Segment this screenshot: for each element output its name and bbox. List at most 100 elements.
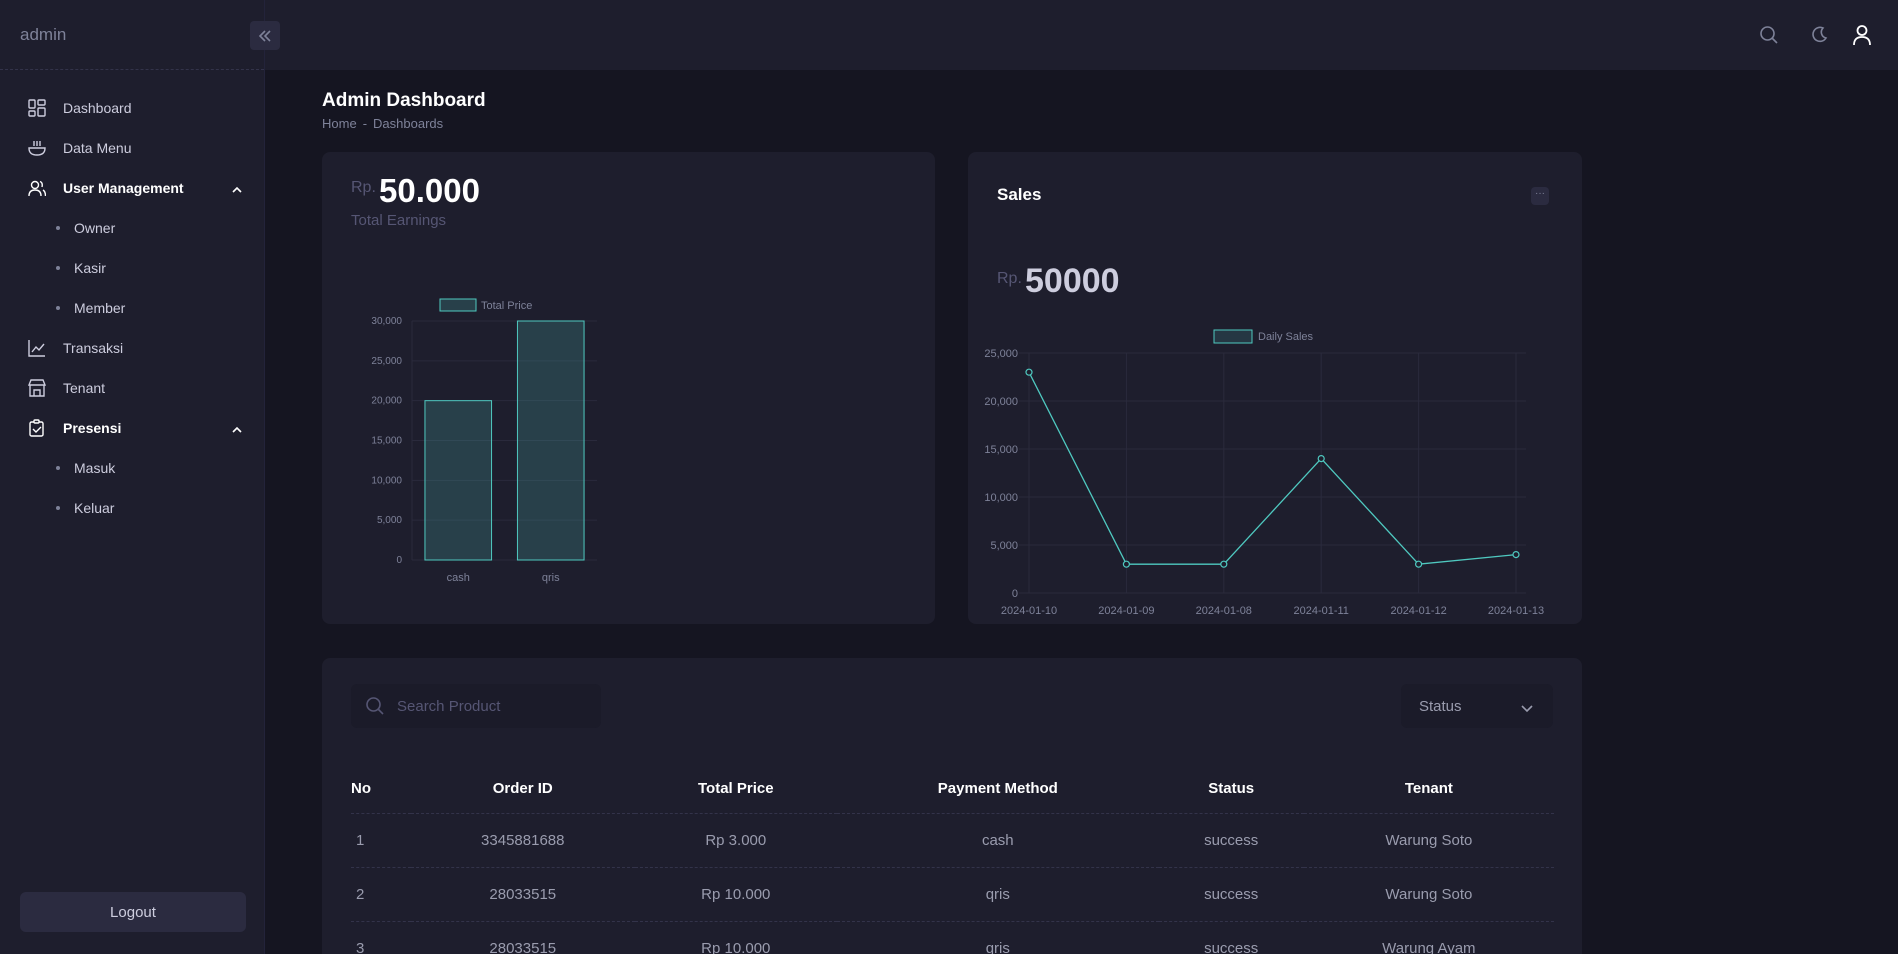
sidebar-item-dashboard[interactable]: Dashboard <box>0 88 264 128</box>
sidebar-item-tenant[interactable]: Tenant <box>0 368 264 408</box>
column-header-order-id[interactable]: Order ID <box>411 764 635 814</box>
breadcrumb-home[interactable]: Home <box>322 116 357 131</box>
moon-icon[interactable] <box>1808 24 1830 46</box>
column-header-total-price[interactable]: Total Price <box>634 764 838 814</box>
legend-label: Daily Sales <box>1258 331 1314 343</box>
cell-order-id: 3345881688 <box>411 813 635 868</box>
legend-swatch <box>439 298 477 312</box>
sidebar-item-label: Transaksi <box>63 340 124 356</box>
cell-status: success <box>1158 813 1304 868</box>
status-select[interactable]: Status <box>1401 684 1553 728</box>
cell-order-id: 28033515 <box>411 921 635 954</box>
y-tick-label: 10,000 <box>371 475 402 486</box>
dashboard-icon <box>28 99 46 117</box>
search-input[interactable] <box>397 697 587 715</box>
sidebar-item-label: Presensi <box>63 420 122 436</box>
cell-payment-method: cash <box>837 813 1159 868</box>
y-tick-label: 15,000 <box>984 444 1018 456</box>
y-tick-label: 0 <box>1012 588 1018 600</box>
sidebar-subitem-label: Member <box>74 300 126 316</box>
data-point <box>1415 560 1423 568</box>
y-tick-label: 30,000 <box>371 316 402 327</box>
top-header <box>265 0 1898 70</box>
bar-cash <box>424 400 493 561</box>
sidebar: admin Dashboard Data Menu User Managemen… <box>0 0 280 954</box>
sidebar-toggle-button[interactable] <box>250 21 280 50</box>
cell-total-price: Rp 10.000 <box>634 921 838 954</box>
column-header-tenant[interactable]: Tenant <box>1303 764 1554 814</box>
users-icon <box>28 179 46 197</box>
sidebar-subitem-keluar[interactable]: Keluar <box>0 488 264 528</box>
brand-name: admin <box>20 24 67 44</box>
cell-total-price: Rp 3.000 <box>634 813 838 868</box>
double-chevron-left-icon <box>258 29 271 42</box>
sidebar-item-transaksi[interactable]: Transaksi <box>0 328 264 368</box>
search-icon <box>366 697 384 715</box>
x-tick-label: 2024-01-09 <box>1098 605 1154 617</box>
column-header-status[interactable]: Status <box>1158 764 1304 814</box>
bullet-icon <box>56 226 60 230</box>
sales-line-chart: 0 5,000 10,000 15,000 20,000 25,000 2024-01-10… <box>984 329 1544 617</box>
line-chart-icon <box>28 339 46 357</box>
clipboard-check-icon <box>28 419 46 437</box>
chevron-up-icon <box>232 181 242 197</box>
sidebar-menu: Dashboard Data Menu User Management Owne… <box>0 70 264 528</box>
column-header-payment-method[interactable]: Payment Method <box>837 764 1159 814</box>
cell-order-id: 28033515 <box>411 867 635 922</box>
x-tick-label: 2024-01-11 <box>1293 605 1348 617</box>
table-row[interactable]: 2 28033515 Rp 10.000 qris success Warung… <box>351 867 1554 922</box>
table-row[interactable]: 1 3345881688 Rp 3.000 cash success Warun… <box>351 813 1554 868</box>
earnings-bar-chart: 0 5,000 10,000 15,000 20,000 25,000 30,000 cash… <box>371 298 597 584</box>
y-tick-label: 0 <box>396 555 402 566</box>
bullet-icon <box>56 266 60 270</box>
sidebar-item-label: Tenant <box>63 380 106 396</box>
status-select-value: Status <box>1419 697 1462 715</box>
bullet-icon <box>56 466 60 470</box>
x-tick-label: 2024-01-13 <box>1488 605 1544 617</box>
sidebar-subitem-kasir[interactable]: Kasir <box>0 248 264 288</box>
sales-card: Sales ··· Rp. 50000 0 5,000 10,000 15,000 20… <box>968 152 1582 624</box>
legend-label: Total Price <box>481 300 532 312</box>
sidebar-subitem-member[interactable]: Member <box>0 288 264 328</box>
bar-qris <box>516 320 585 561</box>
table-row[interactable]: 3 28033515 Rp 10.000 qris success Warung… <box>351 921 1554 954</box>
sidebar-item-data-menu[interactable]: Data Menu <box>0 128 264 168</box>
page-title: Admin Dashboard <box>322 90 486 111</box>
sidebar-item-label: Data Menu <box>63 140 132 156</box>
x-tick-label: 2024-01-08 <box>1196 605 1252 617</box>
cell-tenant: Warung Soto <box>1303 867 1554 922</box>
user-icon[interactable] <box>1851 24 1873 46</box>
y-tick-label: 20,000 <box>371 396 402 407</box>
cell-status: success <box>1158 921 1304 954</box>
logout-button[interactable]: Logout <box>20 892 246 932</box>
cell-status: success <box>1158 867 1304 922</box>
y-tick-label: 20,000 <box>984 396 1018 408</box>
x-tick-label: cash <box>447 572 470 584</box>
data-point <box>1317 455 1325 463</box>
search-icon[interactable] <box>1758 24 1780 46</box>
sidebar-subitem-owner[interactable]: Owner <box>0 208 264 248</box>
sidebar-item-user-management[interactable]: User Management <box>0 168 264 208</box>
data-point <box>1512 551 1520 559</box>
orders-table-card: Status No Order ID Total Price Payment M… <box>322 658 1582 954</box>
sidebar-item-presensi[interactable]: Presensi <box>0 408 264 448</box>
data-point <box>1122 560 1130 568</box>
cell-total-price: Rp 10.000 <box>634 867 838 922</box>
y-tick-label: 5,000 <box>990 540 1018 552</box>
sidebar-subitem-label: Masuk <box>74 460 116 476</box>
search-box[interactable] <box>351 684 601 728</box>
bowl-icon <box>28 139 46 157</box>
cell-no: 3 <box>351 921 411 954</box>
y-tick-label: 25,000 <box>371 356 402 367</box>
chevron-up-icon <box>232 421 242 437</box>
y-tick-label: 10,000 <box>984 492 1018 504</box>
legend-swatch <box>1213 329 1253 344</box>
column-header-no[interactable]: No <box>351 764 411 814</box>
x-tick-label: qris <box>542 572 560 584</box>
table-header-row: No Order ID Total Price Payment Method S… <box>351 764 1554 814</box>
bullet-icon <box>56 506 60 510</box>
sidebar-item-label: Dashboard <box>63 100 132 116</box>
cell-tenant: Warung Ayam <box>1303 921 1554 954</box>
orders-table: No Order ID Total Price Payment Method S… <box>351 764 1554 954</box>
sidebar-subitem-masuk[interactable]: Masuk <box>0 448 264 488</box>
